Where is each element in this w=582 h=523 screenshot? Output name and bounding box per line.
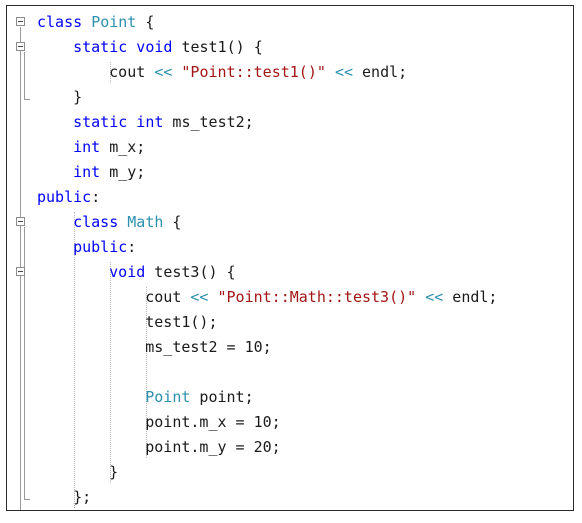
code-line[interactable]: public: [37, 185, 100, 210]
code-token-kw: void [109, 263, 146, 281]
code-token-pl: { [136, 13, 155, 31]
code-line[interactable]: } [109, 460, 118, 485]
fold-box-class-point[interactable] [16, 17, 25, 26]
code-token-kw: class [37, 13, 83, 31]
code-line[interactable]: int m_y; [73, 160, 145, 185]
code-token-pl: point.m_y = 20; [145, 438, 281, 456]
code-token-kw: void [136, 38, 173, 56]
code-token-pl: point; [190, 388, 254, 406]
code-token-pl: cout [109, 63, 155, 81]
code-line[interactable]: static int ms_test2; [73, 110, 254, 135]
code-token-str: "Point::test1()" [181, 63, 326, 81]
code-token-op: << [425, 288, 444, 306]
fold-box-test3[interactable] [16, 267, 25, 276]
code-token-op: << [154, 63, 173, 81]
code-token-kw: class [73, 213, 119, 231]
indent-guide-math-body [110, 262, 112, 483]
code-token-pl: m_y; [100, 163, 146, 181]
code-line[interactable]: } [73, 85, 82, 110]
code-token-op: << [334, 63, 353, 81]
fold-tick-test1-end [24, 99, 30, 100]
code-token-kw: int [73, 138, 101, 156]
code-token-pl: } [109, 463, 119, 481]
code-line[interactable]: class Math { [73, 210, 181, 235]
code-line[interactable]: ms_test2 = 10; [145, 335, 271, 360]
code-token-pl: } [73, 88, 83, 106]
code-token-type: Point [145, 388, 191, 406]
code-line[interactable]: Point point; [145, 385, 253, 410]
code-line[interactable]: class Point { [37, 10, 154, 35]
fold-rail-test1 [24, 52, 25, 99]
code-token-pl: { [163, 213, 182, 231]
code-text-area[interactable]: class Point {static void test1() {cout <… [31, 6, 573, 510]
code-folding-gutter[interactable] [7, 6, 31, 510]
code-token-pl: ms_test2; [163, 113, 254, 131]
code-token-kw: static [73, 38, 128, 56]
code-token-type: Math [127, 213, 164, 231]
code-line[interactable]: point.m_y = 20; [145, 435, 280, 460]
code-token-pl: endl; [443, 288, 498, 306]
code-token-type: Point [91, 13, 137, 31]
code-token-pl: endl; [353, 63, 408, 81]
code-token-pl: ms_test2 = 10; [145, 338, 272, 356]
code-token-kw: public [73, 238, 128, 256]
code-line[interactable]: }; [73, 485, 91, 510]
code-line[interactable]: cout << "Point::Math::test3()" << endl; [145, 285, 497, 310]
fold-box-class-math[interactable] [16, 217, 25, 226]
fold-box-test1[interactable] [16, 42, 25, 51]
code-token-pl: cout [145, 288, 191, 306]
code-token-kw: public [37, 188, 92, 206]
code-token-pl: test1() { [172, 38, 263, 56]
code-token-kw: int [136, 113, 164, 131]
fold-rail-test3 [24, 277, 25, 474]
code-token-op: << [190, 288, 209, 306]
code-token-pl: test1(); [145, 313, 218, 331]
code-token-kw: static [73, 113, 128, 131]
fold-tick-class-math-end [24, 499, 30, 500]
code-line[interactable]: cout << "Point::test1()" << endl; [109, 60, 407, 85]
code-token-str: "Point::Math::test3()" [217, 288, 417, 306]
code-token-pl: point.m_x = 10; [145, 413, 281, 431]
code-line[interactable]: static void test1() { [73, 35, 263, 60]
code-editor-frame: class Point {static void test1() {cout <… [6, 5, 574, 511]
code-line[interactable]: public: [73, 235, 136, 260]
code-token-pl: }; [73, 488, 92, 506]
code-line[interactable]: void test3() { [109, 260, 235, 285]
code-line[interactable]: int m_x; [73, 135, 145, 160]
code-line[interactable]: }; [37, 510, 55, 511]
code-token-pl: : [91, 188, 101, 206]
code-line[interactable]: point.m_x = 10; [145, 410, 280, 435]
code-line[interactable]: test1(); [145, 310, 217, 335]
code-token-pl: : [127, 238, 137, 256]
code-token-kw: int [73, 163, 101, 181]
code-token-pl: m_x; [100, 138, 146, 156]
code-token-pl: test3() { [145, 263, 236, 281]
